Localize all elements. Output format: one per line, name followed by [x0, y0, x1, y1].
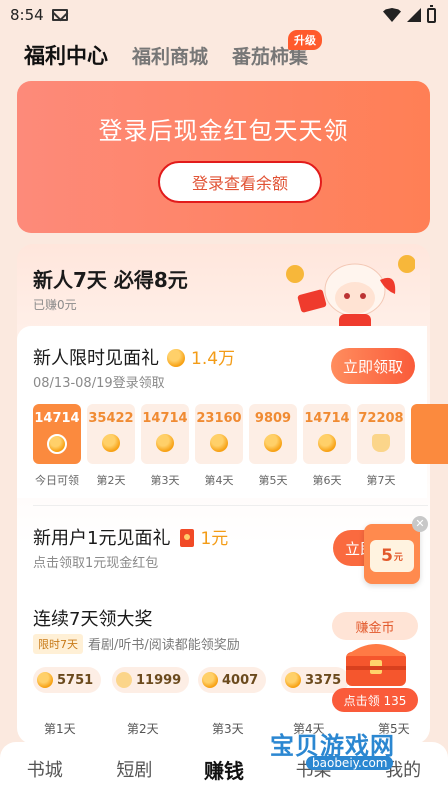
day-value: 35422: [88, 411, 134, 426]
day-card-next[interactable]: [411, 404, 448, 464]
mascot-illustration: [286, 255, 415, 332]
popup-unit: 元: [393, 552, 403, 563]
coin-icon: [202, 672, 218, 688]
nav-bookstore[interactable]: 书城: [0, 756, 90, 782]
day-label: 第3天: [150, 474, 180, 487]
status-bar: 8:54: [0, 0, 448, 30]
one-yuan-row: 新用户1元见面礼 1元: [33, 524, 228, 550]
treasure-chest-icon[interactable]: [336, 634, 416, 690]
login-banner: 登录后现金红包天天领 登录查看余额: [17, 81, 430, 233]
streak-day-label: 第2天: [127, 722, 159, 736]
one-yuan-name: 新用户1元见面礼: [33, 528, 171, 549]
day-label: 今日可领: [35, 474, 79, 487]
gift-task-row: 新人限时见面礼 1.4万: [33, 344, 235, 370]
wifi-icon: [383, 8, 401, 22]
coin-icon: [318, 434, 336, 452]
site-watermark: 宝贝游戏网 baobeiy.com: [270, 712, 420, 776]
day-card-5[interactable]: 9809 第5天: [249, 404, 297, 487]
day-value: 72208: [358, 411, 404, 426]
day-value: 14714: [142, 411, 188, 426]
day-label: 第7天: [366, 474, 396, 487]
day-card-7[interactable]: 72208 第7天: [357, 404, 405, 487]
day-label: 第2天: [96, 474, 126, 487]
upgrade-badge: 升级: [288, 29, 323, 50]
day-label: 第6天: [312, 474, 342, 487]
claim-chest-button[interactable]: 点击领 135: [332, 688, 418, 712]
day-value: 14714: [304, 411, 350, 426]
mail-icon: [51, 9, 68, 21]
banner-headline: 登录后现金红包天天领: [98, 117, 349, 145]
day-value: 9809: [254, 411, 292, 426]
tab-welfare-mall[interactable]: 福利商城: [132, 42, 208, 69]
tab-welfare-center[interactable]: 福利中心: [24, 40, 108, 70]
day-label: 第4天: [204, 474, 234, 487]
top-tabs: 福利中心 福利商城 番茄柿集 升级: [0, 29, 448, 78]
gift-task-date: 08/13-08/19登录领取: [33, 376, 165, 391]
tab-fanqie-market[interactable]: 番茄柿集 升级: [232, 29, 323, 69]
earned-text: 已赚0元: [33, 298, 77, 312]
gift-task-name: 新人限时见面礼: [33, 348, 159, 369]
popup-amount: 5: [381, 546, 393, 566]
day-card-3[interactable]: 14714 第3天: [141, 404, 189, 487]
day-label: 第5天: [258, 474, 288, 487]
coin-icon: [210, 434, 228, 452]
day-card-6[interactable]: 14714 第6天: [303, 404, 351, 487]
signal-icon: [407, 8, 421, 22]
day-value: 14714: [34, 411, 80, 426]
coin-icon: [167, 349, 185, 367]
streak-value: 11999: [136, 672, 182, 688]
one-yuan-amount: 1元: [200, 529, 229, 549]
bulb-icon: [116, 672, 132, 688]
day-card-2[interactable]: 35422 第2天: [87, 404, 135, 487]
popup-amount-box: 5元: [370, 540, 414, 572]
streak-desc: 看剧/听书/阅读都能领奖励: [88, 638, 240, 653]
coin-icon: [37, 672, 53, 688]
streak-value: 4007: [222, 672, 259, 688]
day-value: 23160: [196, 411, 242, 426]
clock: 8:54: [10, 6, 44, 24]
streak-name: 连续7天领大奖: [33, 609, 153, 630]
nav-short-drama[interactable]: 短剧: [90, 756, 180, 782]
battery-icon: [427, 4, 436, 23]
streak-day-label: 第3天: [212, 722, 244, 736]
daily-rewards-row: 14714 今日可领 35422 第2天 14714 第3天 23160 第4天…: [17, 404, 448, 488]
watermark-url: baobeiy.com: [306, 756, 394, 770]
claim-now-button[interactable]: 立即领取: [331, 348, 415, 384]
coin-icon: [47, 434, 67, 454]
coin-icon: [102, 434, 120, 452]
streak-pill-1: 5751: [33, 667, 102, 693]
login-view-balance-button[interactable]: 登录查看余额: [158, 161, 322, 203]
streak-pill-3: 4007: [198, 667, 267, 693]
floating-red-packet[interactable]: 5元: [364, 524, 420, 584]
coin-icon: [285, 672, 301, 688]
streak-pill-2: 11999: [112, 667, 190, 693]
one-yuan-desc: 点击领取1元现金红包: [33, 556, 159, 571]
coin-icon: [264, 434, 282, 452]
newbie-title: 新人7天 必得8元: [33, 268, 188, 292]
divider: [33, 505, 428, 506]
nav-earn-money[interactable]: 赚钱: [179, 755, 269, 784]
gift-task-amount: 1.4万: [191, 349, 236, 369]
day-card-4[interactable]: 23160 第4天: [195, 404, 243, 487]
streak-value: 5751: [57, 672, 94, 688]
day-card-1[interactable]: 14714 今日可领: [33, 404, 81, 487]
limited-tag: 限时7天: [33, 634, 83, 654]
trophy-icon: [372, 434, 390, 452]
red-packet-icon: [180, 529, 195, 547]
coin-icon: [156, 434, 174, 452]
close-icon[interactable]: ✕: [412, 516, 428, 532]
streak-day-label: 第1天: [44, 722, 76, 736]
